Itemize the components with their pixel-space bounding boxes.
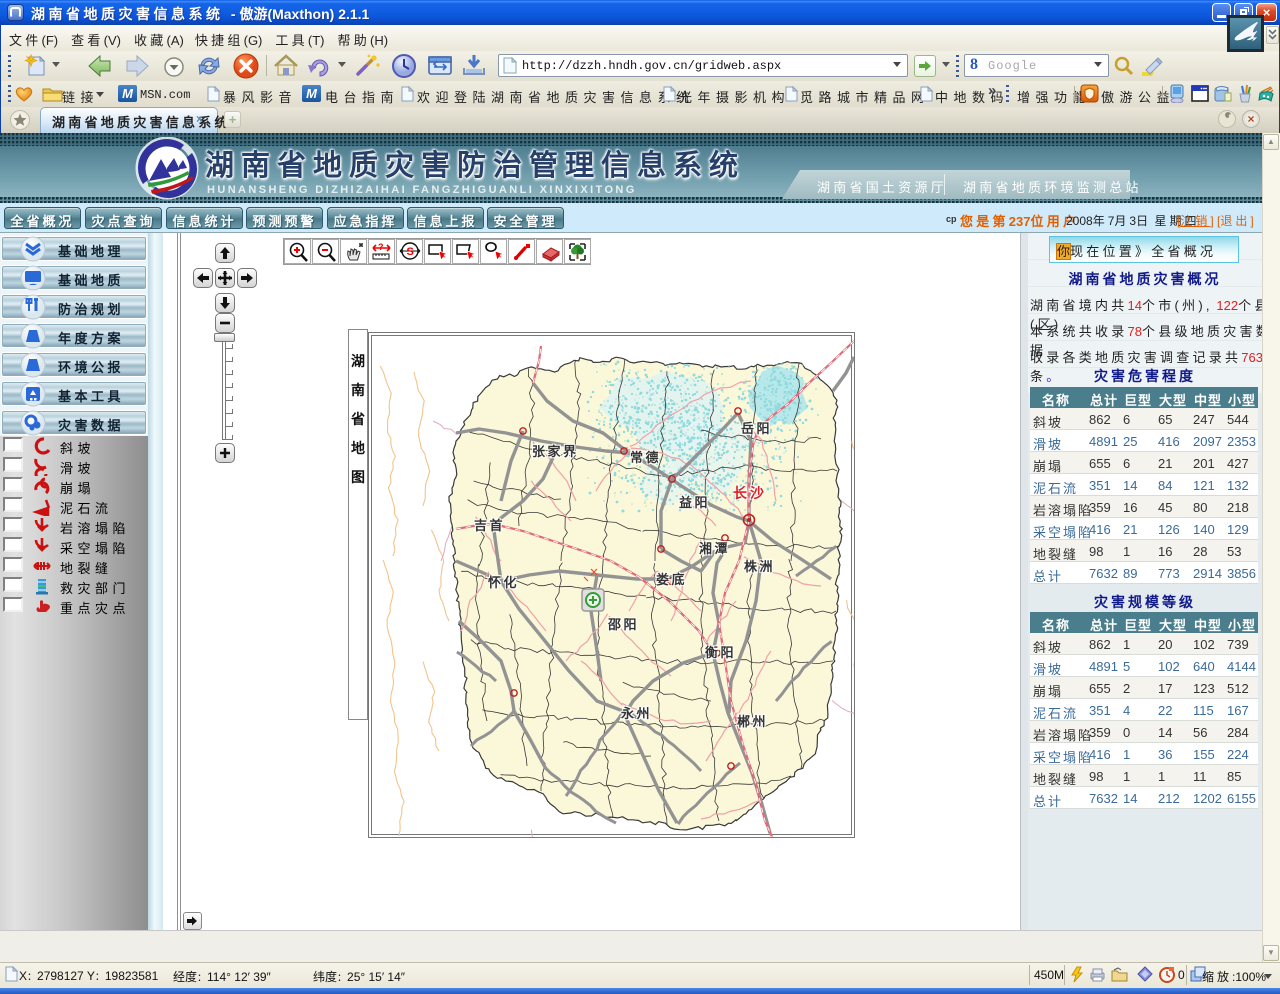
svg-text:?: ? [378, 242, 384, 252]
svg-text:S: S [407, 246, 414, 258]
